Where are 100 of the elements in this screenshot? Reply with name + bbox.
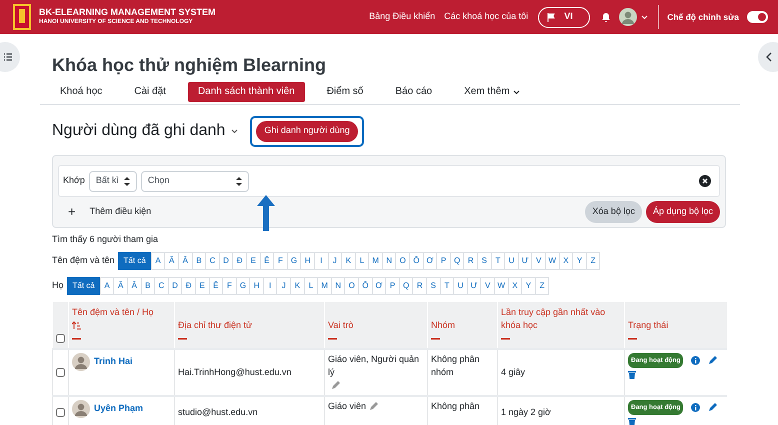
add-condition-link[interactable]: Thêm điều kiện	[90, 205, 152, 219]
initial-filter[interactable]: M	[317, 276, 332, 294]
initial-filter[interactable]: U	[504, 252, 519, 270]
last-access-text: 4 giây	[501, 366, 526, 376]
initials-label: Tên đệm và tên	[52, 254, 115, 267]
collapse-icon[interactable]	[178, 336, 187, 341]
info-icon[interactable]	[691, 356, 700, 364]
language-button[interactable]: VI	[538, 6, 590, 28]
email-text: Hai.TrinhHong@hust.edu.vn	[178, 366, 292, 376]
initial-filter[interactable]: V	[531, 252, 546, 270]
select-arrows-icon	[236, 176, 242, 186]
user-name-link[interactable]: Trinh Hai	[94, 355, 133, 368]
edit-icon[interactable]	[369, 402, 378, 411]
filter-type-select[interactable]: Chọn	[140, 170, 249, 192]
initials-label: Họ	[52, 278, 64, 292]
edit-icon[interactable]	[708, 356, 718, 364]
initial-filter[interactable]: K	[290, 276, 305, 294]
initial-filter[interactable]: K	[341, 252, 356, 270]
nav-link[interactable]: Các khoá học của tôi	[444, 10, 528, 24]
add-symbol[interactable]: +	[68, 202, 76, 222]
initial-filter[interactable]: S	[426, 276, 441, 294]
notification-icon[interactable]	[602, 12, 610, 22]
enrol-users-button[interactable]: Ghi danh người dùng	[256, 120, 358, 142]
initial-filter[interactable]: R	[412, 276, 427, 294]
initial-filter[interactable]: Ă	[113, 276, 128, 294]
initial-filter[interactable]: C	[205, 252, 220, 270]
logo[interactable]	[13, 4, 31, 30]
initial-filter[interactable]: Đ	[181, 276, 196, 294]
nav-link[interactable]: Bảng Điều khiển	[369, 10, 436, 24]
edit-icon[interactable]	[331, 380, 340, 390]
initial-filter[interactable]: P	[385, 276, 400, 294]
avatar[interactable]	[619, 8, 638, 26]
initial-filter[interactable]: O	[395, 252, 410, 270]
collapse-icon[interactable]	[72, 336, 81, 341]
select-arrows-icon	[124, 176, 130, 186]
initial-filter[interactable]: F	[222, 276, 237, 294]
up-arrow	[257, 195, 275, 231]
initial-filter[interactable]: E	[194, 276, 210, 294]
row-checkbox[interactable]	[56, 368, 65, 377]
brand-title: BK-ELEARNING MANAGEMENT SYSTEM	[39, 7, 216, 18]
chevron-icon	[766, 52, 772, 62]
initial-filter[interactable]: H	[300, 252, 315, 270]
initial-filter[interactable]: M	[368, 252, 383, 270]
select-all-checkbox[interactable]	[56, 334, 65, 343]
initial-filter[interactable]: Y	[572, 252, 587, 270]
initial-filter[interactable]: Đ	[232, 252, 247, 270]
tab[interactable]: Báo cáo	[385, 82, 442, 102]
avatar	[72, 352, 90, 370]
collapse-icon[interactable]	[628, 336, 637, 341]
tab[interactable]: Cài đặt	[124, 82, 176, 102]
collapse-icon[interactable]	[501, 336, 510, 341]
initial-filter[interactable]: Ô	[358, 276, 373, 294]
collapse-icon[interactable]	[328, 336, 337, 341]
email-text: studio@hust.edu.vn	[178, 407, 258, 417]
initial-filter[interactable]: O	[344, 276, 360, 294]
initial-filter[interactable]: C	[154, 276, 169, 294]
initial-filter[interactable]: F	[273, 252, 288, 270]
tab[interactable]: Điểm số	[316, 82, 374, 102]
close-icon[interactable]	[699, 175, 711, 187]
menu-icon	[4, 53, 12, 61]
initial-filter[interactable]: Tất cả	[66, 276, 101, 294]
flag-icon	[547, 12, 556, 22]
clear-filters-button[interactable]: Xóa bộ lọc	[585, 201, 642, 223]
tab[interactable]: Xem thêm	[454, 82, 530, 102]
initial-filter[interactable]: W	[494, 276, 509, 294]
initial-filter[interactable]: P	[436, 252, 451, 270]
row-checkbox[interactable]	[56, 408, 65, 418]
initial-filter[interactable]: J	[276, 276, 292, 294]
tab[interactable]: Khoá học	[50, 82, 112, 102]
delete-icon[interactable]	[628, 370, 636, 378]
collapse-icon[interactable]	[431, 336, 440, 341]
initial-filter[interactable]: S	[477, 252, 492, 270]
match-select[interactable]: Bất kì	[88, 170, 137, 192]
sort-icon[interactable]	[72, 320, 81, 330]
initial-filter[interactable]: Y	[521, 276, 536, 294]
initial-filter[interactable]: V	[480, 276, 495, 294]
info-icon[interactable]	[691, 402, 700, 412]
initial-filter[interactable]: H	[249, 276, 264, 294]
initial-filter[interactable]: Z	[586, 252, 600, 270]
edit-mode-switch[interactable]	[747, 11, 768, 23]
edit-icon[interactable]	[708, 402, 718, 412]
initial-filter[interactable]: R	[463, 252, 478, 270]
delete-icon[interactable]	[628, 416, 636, 425]
group-text: Không phân	[431, 400, 480, 410]
initial-filter[interactable]: Tất cả	[118, 252, 152, 270]
course-title: Khóa học thử nghiệm Blearning	[52, 54, 328, 76]
initial-filter[interactable]: E	[246, 252, 261, 270]
initial-filter[interactable]: Ô	[409, 252, 424, 270]
initial-filter[interactable]: Â	[126, 276, 142, 294]
initial-filter[interactable]: Â	[178, 252, 193, 270]
initial-filter[interactable]: I	[314, 252, 328, 270]
initial-filter[interactable]: W	[545, 252, 560, 270]
tab[interactable]: Danh sách thành viên	[188, 82, 305, 102]
caret-icon[interactable]	[231, 128, 238, 134]
apply-filters-button[interactable]: Áp dụng bộ lọc	[646, 201, 720, 223]
initial-filter[interactable]: Ă	[164, 252, 179, 270]
edit-mode-label: Chế độ chỉnh sửa	[667, 10, 739, 24]
user-name-link[interactable]: Uyên Phạm	[94, 402, 144, 415]
initial-filter[interactable]: Z	[534, 276, 550, 294]
initial-filter[interactable]: U	[453, 276, 468, 294]
